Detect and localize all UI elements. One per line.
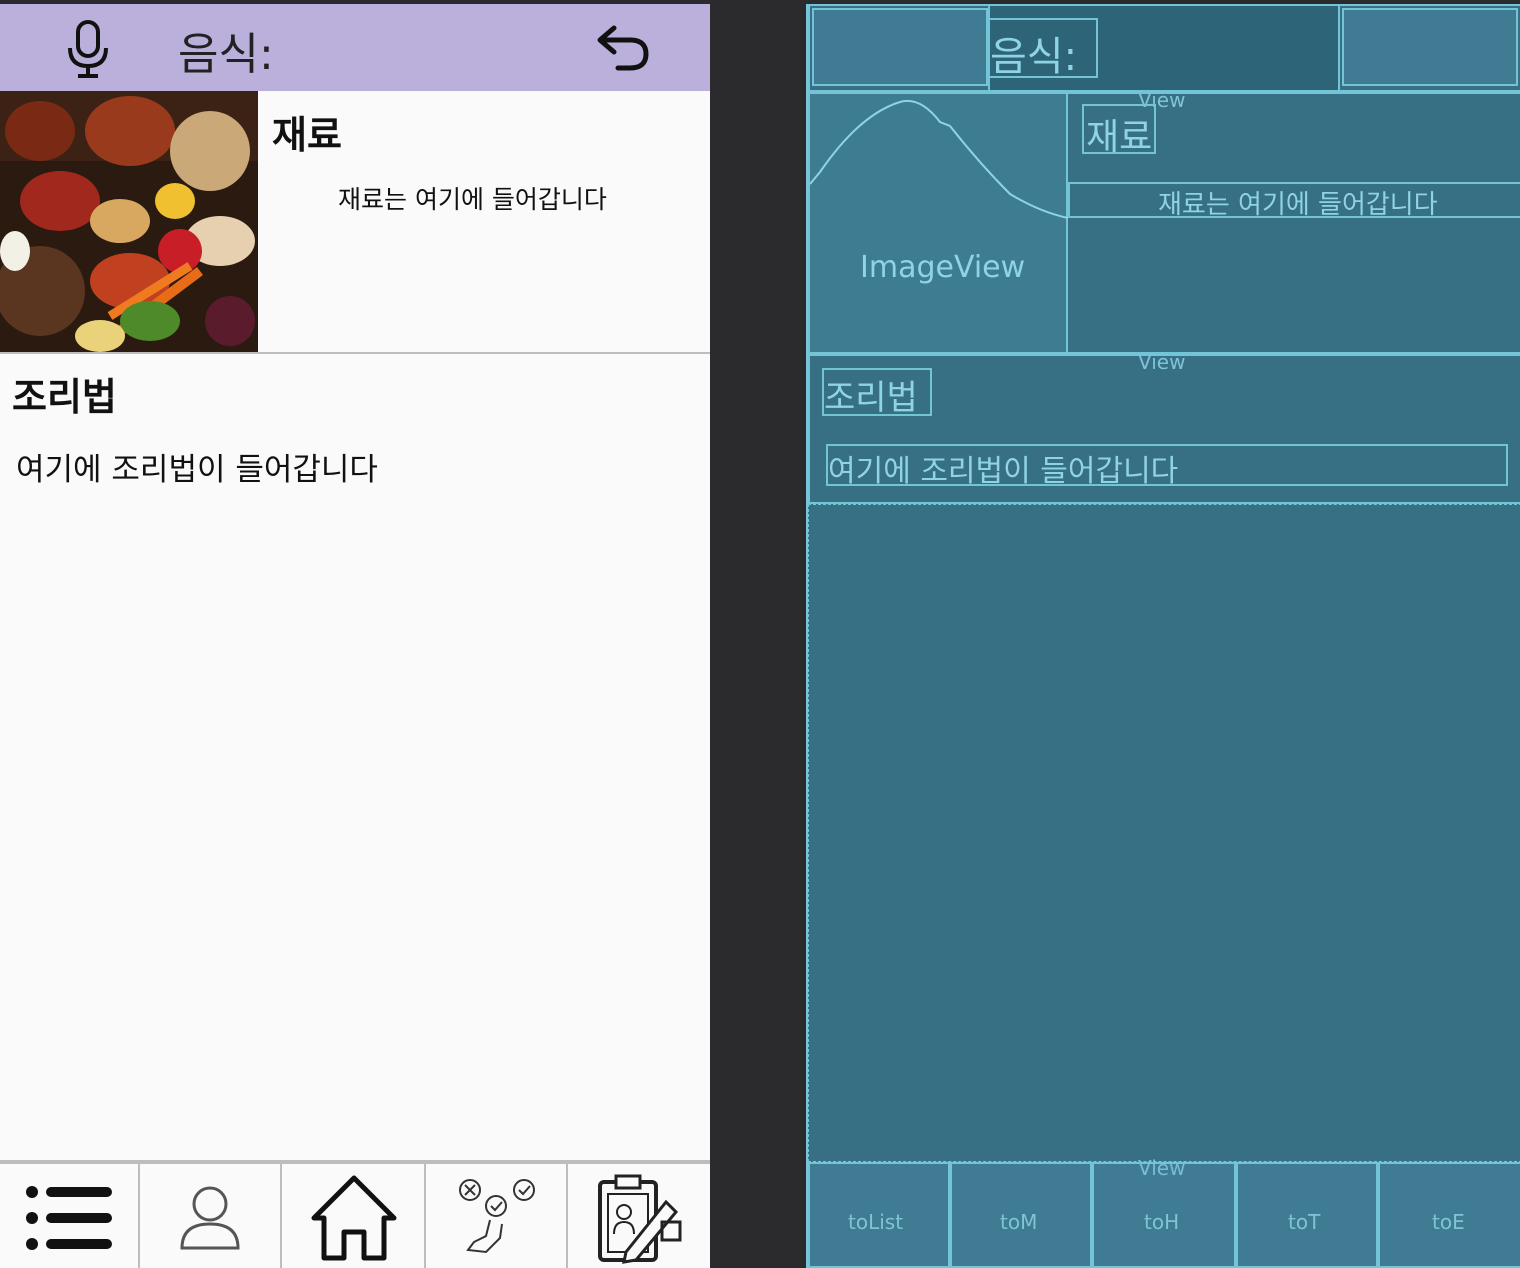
nav-home-button[interactable] bbox=[282, 1164, 426, 1268]
bp-image-view: ImageView bbox=[808, 92, 1068, 354]
food-title: 음식: bbox=[178, 29, 274, 80]
bp-mic-view[interactable] bbox=[812, 8, 988, 86]
blueprint-view: 음식: View ImageView 재료 재료는 여기에 들어갑니다 View… bbox=[806, 4, 1520, 1268]
header-bar: 음식: bbox=[0, 4, 710, 91]
undo-arrow-icon[interactable] bbox=[592, 22, 652, 76]
bp-nav-tom[interactable]: toM bbox=[950, 1162, 1092, 1268]
section-divider bbox=[0, 352, 710, 354]
nav-profile-button[interactable] bbox=[140, 1164, 282, 1268]
bp-nav-toe[interactable]: toE bbox=[1378, 1162, 1520, 1268]
ingredients-text: 재료는 여기에 들어갑니다 bbox=[338, 185, 607, 214]
bp-ingredients-text-box: 재료는 여기에 들어갑니다 bbox=[1068, 182, 1520, 220]
recipe-text: 여기에 조리법이 들어갑니다 bbox=[16, 452, 378, 488]
bp-nav-tolist[interactable]: toList bbox=[808, 1162, 950, 1268]
bp-ingredients-title: 재료 bbox=[1086, 117, 1153, 158]
bp-image-view-label: ImageView bbox=[860, 250, 1026, 285]
bp-recipe-title: 조리법 bbox=[824, 378, 918, 418]
person-icon bbox=[180, 1186, 240, 1250]
ingredients-title: 재료 bbox=[272, 113, 342, 157]
home-icon bbox=[311, 1175, 397, 1261]
bp-ingredients-text: 재료는 여기에 들어갑니다 bbox=[1158, 190, 1438, 220]
bp-recipe-text: 여기에 조리법이 들어갑니다 bbox=[828, 454, 1179, 489]
bp-nav-label: toH bbox=[1144, 1210, 1180, 1234]
bp-view-label-2: View bbox=[1138, 350, 1186, 374]
microphone-icon[interactable] bbox=[64, 20, 112, 80]
design-preview: 음식: 재료 재료는 여기에 들어갑니다 조리법 여기에 조리법이 들어갑니다 bbox=[0, 4, 710, 1268]
bp-back-view[interactable] bbox=[1342, 8, 1518, 86]
list-icon bbox=[26, 1186, 112, 1250]
nav-choice-button[interactable] bbox=[426, 1164, 568, 1268]
bp-recipe-title-box: 조리법 bbox=[822, 368, 932, 418]
bp-nav-label: toT bbox=[1288, 1210, 1321, 1234]
recipe-title: 조리법 bbox=[12, 375, 117, 419]
food-image bbox=[0, 91, 258, 353]
bp-content-area bbox=[808, 504, 1520, 1162]
bp-ingredients-title-box: 재료 bbox=[1082, 104, 1156, 158]
bp-title: 음식: bbox=[990, 34, 1078, 80]
bp-title-box: 음식: bbox=[988, 18, 1098, 80]
bp-nav-tot[interactable]: toT bbox=[1236, 1162, 1378, 1268]
bp-nav-label: toE bbox=[1432, 1210, 1465, 1234]
bp-image-placeholder-curve bbox=[810, 100, 1068, 219]
bottom-nav-bar bbox=[0, 1160, 710, 1268]
choice-checklist-icon bbox=[459, 1179, 535, 1254]
bp-nav-label: toM bbox=[1000, 1210, 1038, 1234]
nav-list-button[interactable] bbox=[0, 1164, 140, 1268]
bp-recipe-text-box: 여기에 조리법이 들어갑니다 bbox=[826, 444, 1508, 489]
clipboard-edit-icon bbox=[598, 1174, 682, 1264]
nav-edit-button[interactable] bbox=[568, 1164, 710, 1268]
bp-nav-toh[interactable]: toH bbox=[1092, 1162, 1236, 1268]
bp-nav-label: toList bbox=[848, 1210, 904, 1234]
